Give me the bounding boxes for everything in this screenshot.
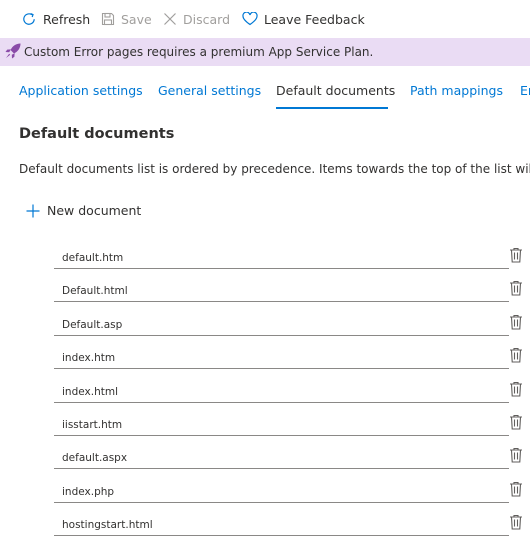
document-value: index.htm	[62, 352, 116, 365]
tab-path-mappings[interactable]: Path mappings	[410, 83, 503, 98]
tab-error-pages[interactable]: Error pages	[520, 83, 530, 98]
section-description: Default documents list is ordered by pre…	[19, 162, 530, 176]
document-value: Default.html	[62, 285, 128, 298]
document-row: index.html	[0, 376, 530, 409]
document-value: hostingstart.html	[62, 519, 153, 532]
document-row: index.php	[0, 476, 530, 509]
document-input[interactable]: Default.html	[54, 275, 509, 303]
delete-icon[interactable]	[509, 314, 523, 330]
premium-plan-banner: Custom Error pages requires a premium Ap…	[0, 38, 530, 66]
delete-icon[interactable]	[509, 347, 523, 363]
discard-label: Discard	[183, 11, 230, 27]
document-value: index.php	[62, 485, 115, 498]
heart-icon	[242, 12, 258, 26]
save-button[interactable]: Save	[101, 10, 152, 28]
delete-icon[interactable]	[509, 381, 523, 397]
delete-icon[interactable]	[509, 247, 523, 263]
document-input[interactable]: index.php	[54, 476, 509, 503]
document-row: Default.html	[0, 275, 530, 308]
document-input[interactable]: iisstart.htm	[54, 409, 509, 436]
section-title: Default documents	[19, 126, 175, 142]
document-row: hostingstart.html	[0, 509, 530, 542]
document-value: default.aspx	[62, 452, 128, 465]
rocket-icon	[5, 43, 21, 59]
new-document-button[interactable]: New document	[26, 203, 141, 218]
refresh-button[interactable]: Refresh	[21, 10, 90, 28]
app-service-configuration-page: Refresh Save Discard Leave Feedback Cust…	[0, 0, 530, 554]
document-value: Default.asp	[62, 318, 123, 331]
document-input[interactable]: index.html	[54, 376, 509, 403]
add-icon	[26, 204, 40, 217]
document-row: iisstart.htm	[0, 409, 530, 442]
command-bar: Refresh Save Discard Leave Feedback	[0, 0, 530, 38]
leave-feedback-label: Leave Feedback	[264, 11, 365, 27]
refresh-icon	[23, 13, 35, 25]
tab-general-settings[interactable]: General settings	[158, 83, 261, 98]
delete-icon[interactable]	[509, 280, 523, 296]
delete-icon[interactable]	[509, 414, 523, 430]
document-value: default.htm	[62, 252, 124, 264]
save-icon	[101, 12, 115, 26]
settings-tabs: Application settings General settings De…	[0, 66, 530, 112]
tab-default-documents[interactable]: Default documents	[276, 83, 395, 98]
document-row: Default.asp	[0, 309, 530, 342]
save-label: Save	[121, 11, 152, 27]
active-tab-indicator	[276, 107, 388, 109]
banner-text: Custom Error pages requires a premium Ap…	[24, 45, 374, 59]
leave-feedback-button[interactable]: Leave Feedback	[242, 10, 365, 28]
document-row: default.aspx	[0, 442, 530, 475]
document-value: index.html	[62, 385, 118, 398]
document-input[interactable]: hostingstart.html	[54, 509, 509, 537]
tab-application-settings[interactable]: Application settings	[19, 83, 143, 98]
document-input[interactable]: default.htm	[54, 242, 509, 269]
delete-icon[interactable]	[509, 447, 523, 463]
refresh-label: Refresh	[43, 11, 91, 27]
document-value: iisstart.htm	[62, 418, 123, 431]
document-input[interactable]: Default.asp	[54, 309, 509, 336]
document-input[interactable]: default.aspx	[54, 442, 509, 470]
delete-icon[interactable]	[509, 481, 523, 497]
discard-button[interactable]: Discard	[163, 10, 230, 28]
document-row: default.htm	[0, 242, 530, 275]
close-icon	[164, 13, 176, 25]
new-document-label: New document	[47, 203, 142, 218]
default-documents-list: default.htm Default.html Default.asp ind…	[0, 242, 530, 543]
delete-icon[interactable]	[509, 514, 523, 530]
document-row: index.htm	[0, 342, 530, 375]
document-input[interactable]: index.htm	[54, 342, 509, 370]
